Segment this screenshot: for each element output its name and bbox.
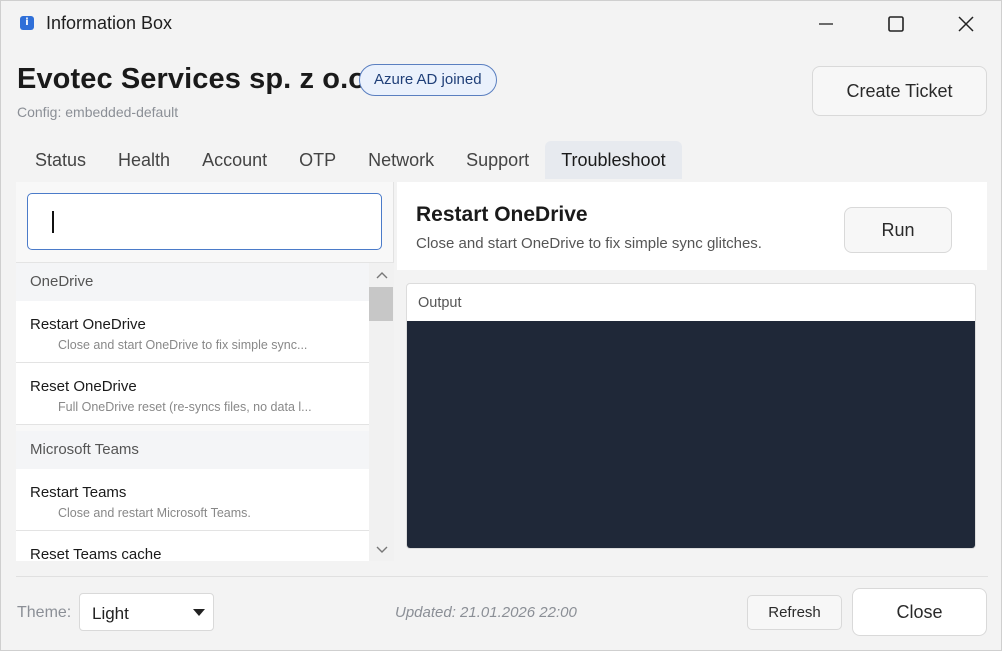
run-button[interactable]: Run [844,207,952,253]
title-bar[interactable]: i Information Box [1,1,1001,47]
scroll-thumb[interactable] [369,287,393,321]
actions-list[interactable]: OneDrive Restart OneDrive Close and star… [16,262,394,561]
list-item-reset-teams-cache[interactable]: Reset Teams cache [16,531,369,561]
selected-action-card: Restart OneDrive Close and start OneDriv… [397,182,987,270]
actions-panel: OneDrive Restart OneDrive Close and star… [16,182,394,561]
organization-name: Evotec Services sp. z o.o. [17,63,375,95]
chevron-up-icon [376,272,387,279]
action-description: Close and start OneDrive to fix simple s… [416,235,762,252]
create-ticket-button[interactable]: Create Ticket [812,66,987,116]
close-button[interactable]: Close [852,588,987,636]
search-input[interactable] [27,193,382,250]
dropdown-arrow-icon [193,609,205,616]
updated-timestamp: Updated: 21.01.2026 22:00 [395,604,577,621]
list-item-desc: Full OneDrive reset (re-syncs files, no … [58,400,312,414]
chevron-down-icon [376,546,387,553]
window-title: Information Box [46,13,173,33]
list-item-reset-onedrive[interactable]: Reset OneDrive Full OneDrive reset (re-s… [16,363,369,425]
refresh-button[interactable]: Refresh [747,595,842,630]
tab-troubleshoot[interactable]: Troubleshoot [545,141,682,179]
list-item-restart-teams[interactable]: Restart Teams Close and restart Microsof… [16,469,369,531]
minimize-icon [819,23,833,25]
theme-selected-value: Light [92,604,129,623]
maximize-icon [888,16,904,32]
list-item-desc: Close and restart Microsoft Teams. [58,506,251,520]
information-box-window: i Information Box Evotec Services sp. z … [0,0,1002,651]
list-item-restart-onedrive[interactable]: Restart OneDrive Close and start OneDriv… [16,301,369,363]
action-title: Restart OneDrive [416,203,588,226]
tab-account[interactable]: Account [186,141,283,179]
scroll-down-button[interactable] [369,540,394,560]
maximize-button[interactable] [861,1,931,47]
tab-status[interactable]: Status [19,141,102,179]
text-caret [52,211,54,233]
minimize-button[interactable] [791,1,861,47]
tab-health[interactable]: Health [102,141,186,179]
theme-select[interactable]: Light [79,593,214,631]
list-item-desc: Close and start OneDrive to fix simple s… [58,338,308,352]
tab-bar: Status Health Account OTP Network Suppor… [19,141,682,179]
close-icon [958,16,974,32]
config-label: Config: embedded-default [17,104,179,120]
theme-label: Theme: [17,604,72,621]
list-item-title: Restart Teams [30,484,127,501]
list-item-title: Reset Teams cache [30,546,162,561]
output-label: Output [418,295,462,311]
scroll-up-button[interactable] [369,265,394,285]
info-icon: i [20,16,34,30]
group-header-microsoft-teams: Microsoft Teams [16,431,369,469]
tab-network[interactable]: Network [352,141,450,179]
tab-support[interactable]: Support [450,141,545,179]
group-header-onedrive: OneDrive [16,263,369,301]
footer-divider [16,576,988,577]
list-item-title: Restart OneDrive [30,316,146,333]
list-scrollbar[interactable] [369,263,394,561]
output-panel: Output [406,283,976,549]
azure-ad-badge: Azure AD joined [359,64,497,96]
close-window-button[interactable] [931,1,1001,47]
tab-otp[interactable]: OTP [283,141,352,179]
list-item-title: Reset OneDrive [30,378,137,395]
output-console[interactable] [407,321,975,548]
